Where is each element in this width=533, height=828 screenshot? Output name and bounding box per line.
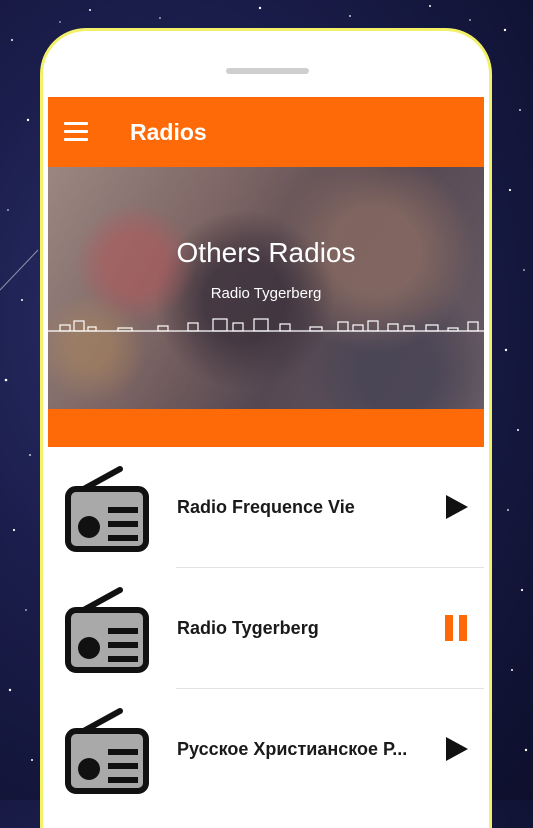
now-playing-banner: Others Radios Radio Tygerberg (48, 167, 484, 409)
banner-accent-strip (48, 409, 484, 447)
station-name: Radio Tygerberg (177, 618, 319, 638)
phone-frame: Radios Others Radios Radio Tygerberg Rad… (40, 28, 492, 828)
app-title: Radios (130, 119, 207, 145)
station-name: Русское Христианское Р... (177, 739, 408, 759)
menu-icon[interactable] (62, 122, 90, 142)
station-item[interactable]: Radio Tygerberg (48, 568, 484, 689)
now-playing-station: Radio Tygerberg (210, 285, 322, 302)
play-icon[interactable] (440, 491, 472, 523)
station-item[interactable]: Русское Христианское Р... (48, 689, 484, 810)
app-bar: Radios (48, 97, 484, 167)
station-name: Radio Frequence Vie (177, 497, 355, 517)
radio-icon (65, 587, 149, 673)
pause-icon[interactable] (440, 612, 472, 644)
radio-icon (65, 466, 149, 552)
app-screen: Radios Others Radios Radio Tygerberg Rad… (48, 97, 484, 828)
phone-speaker (226, 68, 309, 74)
station-list: Radio Frequence Vie Radio Tygerberg Русс… (48, 447, 484, 810)
equalizer-visualizer (48, 318, 484, 332)
now-playing-title: Others Radios (176, 237, 356, 268)
radio-icon (65, 708, 149, 794)
station-item[interactable]: Radio Frequence Vie (48, 447, 484, 568)
play-icon[interactable] (440, 733, 472, 765)
